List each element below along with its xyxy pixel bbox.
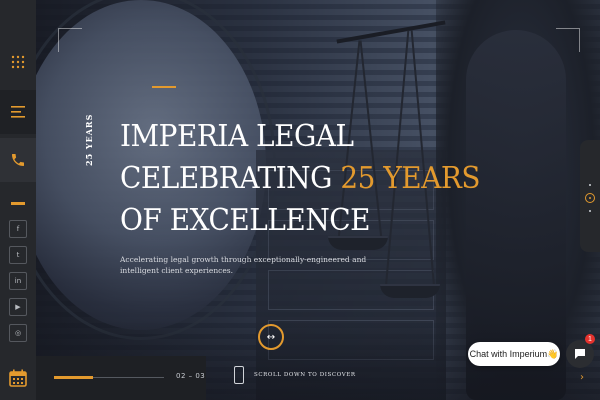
headline-accent-years: 25 YEARS (340, 161, 481, 196)
linkedin-icon: in (14, 277, 22, 285)
years-vertical-label: 25 YEARS (84, 113, 94, 166)
grid-dots-icon (11, 55, 25, 69)
twitter-icon: t (16, 251, 20, 259)
instagram-icon: ◎ (14, 329, 22, 337)
scroll-down-link[interactable]: SCROLL DOWN TO DISCOVER (254, 372, 356, 378)
headline-line-1: IMPERIA LEGAL (120, 119, 354, 154)
hero-tagline: Accelerating legal growth through except… (120, 255, 367, 275)
frame-corner-top-left (58, 28, 82, 52)
frame-corner-top-right (556, 28, 580, 52)
chat-prompt-bubble[interactable]: Chat with Imperium👋 (468, 342, 560, 366)
linkedin-link[interactable]: in (9, 272, 27, 290)
headline-accent-line (152, 86, 176, 88)
chat-notification-badge: 1 (585, 334, 595, 344)
scale-beam (336, 20, 446, 44)
next-arrow-icon[interactable]: › (580, 372, 584, 383)
pagination-dot-active[interactable] (585, 193, 595, 203)
sidebar-divider (11, 202, 25, 205)
grid-menu-button[interactable] (0, 40, 36, 84)
calendar-icon (9, 369, 27, 387)
instagram-link[interactable]: ◎ (9, 324, 27, 342)
slide-counter: 02 – 03 (176, 372, 206, 380)
twitter-link[interactable]: t (9, 246, 27, 264)
horizontal-scroll-button[interactable]: ↔ (258, 324, 284, 350)
headline-line-3: OF EXCELLENCE (120, 203, 371, 238)
scale-pan-right (380, 284, 440, 298)
mobile-device-icon (234, 366, 244, 384)
slider-track[interactable] (54, 376, 164, 379)
phone-button[interactable] (0, 138, 36, 182)
headline-line-2-prefix: CELEBRATING (120, 161, 341, 196)
facebook-link[interactable]: f (9, 220, 27, 238)
facebook-icon: f (16, 225, 20, 233)
left-right-arrow-icon: ↔ (266, 331, 276, 343)
headline-line-2: CELEBRATING 25 YEARS (120, 158, 492, 200)
calendar-button[interactable] (0, 356, 36, 400)
pagination-dot[interactable] (589, 210, 591, 212)
hamburger-menu-button[interactable] (0, 90, 36, 134)
pagination-dot[interactable] (589, 184, 591, 186)
hamburger-icon (11, 106, 25, 118)
slider-progress-bar: 02 – 03 (36, 356, 206, 400)
chat-icon (575, 349, 585, 359)
chat-open-button[interactable] (566, 340, 594, 368)
left-sidebar: f t in ▶ ◎ (0, 0, 36, 400)
slider-fill (54, 376, 93, 379)
slide-pagination (580, 140, 600, 252)
youtube-link[interactable]: ▶ (9, 298, 27, 316)
phone-icon (12, 154, 24, 166)
youtube-icon: ▶ (15, 303, 21, 311)
hero-headline: IMPERIA LEGAL CELEBRATING 25 YEARS OF EX… (120, 116, 492, 242)
